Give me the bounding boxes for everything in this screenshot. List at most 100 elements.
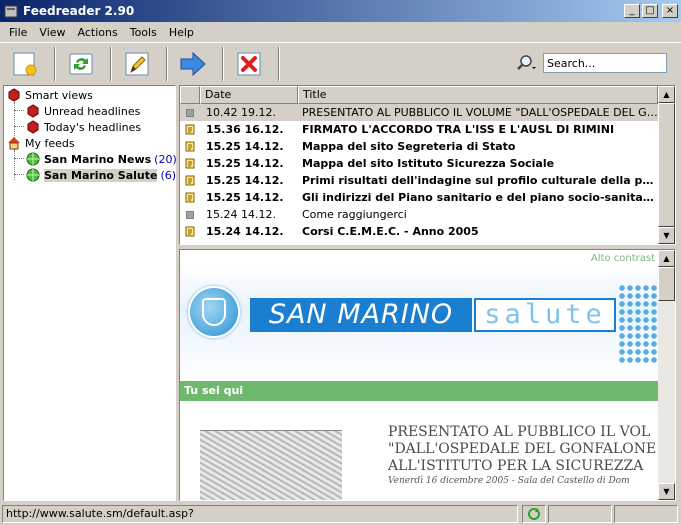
headline-date: 15.25 14.12.	[206, 174, 284, 187]
refresh-status-icon	[528, 508, 540, 520]
scroll-up-button[interactable]: ▲	[658, 250, 675, 267]
san-marino-seal-logo	[188, 286, 240, 338]
column-header-date[interactable]: Date	[200, 86, 298, 104]
edit-button[interactable]	[118, 45, 156, 83]
forward-button[interactable]	[174, 45, 212, 83]
edit-icon	[125, 52, 149, 75]
delete-icon	[237, 52, 261, 75]
smart-views-icon	[8, 88, 20, 102]
menu-bar: File View Actions Tools Help	[0, 22, 681, 42]
column-header-title[interactable]: Title	[298, 86, 658, 104]
headline-title: Corsi C.E.M.E.C. - Anno 2005	[302, 225, 479, 238]
tree-label: San Marino News	[44, 152, 152, 166]
tree-label: My feeds	[25, 136, 75, 150]
window-title: Feedreader 2.90	[23, 4, 135, 18]
status-refresh-cell	[522, 505, 546, 523]
feed-globe-icon	[26, 168, 40, 182]
delete-button[interactable]	[230, 45, 268, 83]
new-feed-button[interactable]	[6, 45, 44, 83]
article-title-line: PRESENTATO AL PUBBLICO IL VOL	[388, 424, 651, 440]
headline-row[interactable]: 15.25 14.12. Gli indirizzi del Piano sani…	[180, 189, 658, 206]
toolbar	[0, 42, 681, 84]
headline-title: Mappa del sito Segreteria di Stato	[302, 140, 516, 153]
unread-headline-icon	[180, 175, 200, 186]
article-subtitle: Venerdì 16 dicembre 2005 - Sala del Cast…	[388, 476, 630, 486]
browser-pane: Alto contrast SAN MARINO salute Tu sei q…	[179, 249, 676, 501]
scroll-up-button[interactable]: ▲	[658, 86, 675, 103]
headline-row[interactable]: 10.42 19.12. PRESENTATO AL PUBBLICO IL VO…	[180, 104, 658, 121]
tree-line	[14, 174, 24, 175]
toolbar-separator	[278, 46, 280, 81]
refresh-button[interactable]	[62, 45, 100, 83]
feed-globe-icon	[26, 152, 40, 166]
headline-date: 15.25 14.12.	[206, 140, 284, 153]
tree-line	[14, 110, 24, 111]
headline-row[interactable]: 15.24 14.12. Come raggiungerci	[180, 206, 658, 223]
toolbar-separator	[54, 46, 56, 81]
tree-my-feeds[interactable]: My feeds	[7, 135, 75, 151]
menu-actions[interactable]: Actions	[72, 26, 124, 39]
tree-smart-views[interactable]: Smart views	[7, 87, 93, 103]
unread-headline-icon	[180, 192, 200, 203]
minimize-icon: _	[629, 5, 635, 16]
scroll-thumb[interactable]	[658, 267, 675, 301]
search-icon[interactable]	[515, 54, 537, 72]
headline-date: 15.36 16.12.	[206, 123, 284, 136]
app-icon	[4, 5, 18, 18]
headline-title: Gli indirizzi del Piano sanitario e del …	[302, 191, 658, 204]
breadcrumb: Tu sei qui	[180, 381, 658, 401]
close-button[interactable]: ×	[662, 4, 678, 18]
refresh-icon	[69, 53, 93, 74]
headline-row[interactable]: 15.25 14.12. Mappa del sito Istituto Sicu…	[180, 155, 658, 172]
unread-headline-icon	[180, 124, 200, 135]
minimize-button[interactable]: _	[624, 4, 640, 18]
headline-title: Mappa del sito Istituto Sicurezza Social…	[302, 157, 555, 170]
read-headline-icon	[180, 108, 200, 117]
headline-title: Primi risultati dell'indagine sul profil…	[302, 174, 658, 187]
headline-date: 10.42 19.12.	[206, 106, 276, 119]
headline-title: PRESENTATO AL PUBBLICO IL VOLUME "DALL'O…	[302, 106, 658, 119]
scroll-thumb[interactable]	[658, 103, 675, 227]
smart-view-icon	[27, 120, 39, 134]
tree-label: Today's headlines	[44, 120, 142, 134]
headline-row[interactable]: 15.25 14.12. Mappa del sito Segreteria di…	[180, 138, 658, 155]
article-title-line: ALL'ISTITUTO PER LA SICUREZZA	[388, 458, 644, 474]
tree-feed-san-marino-salute[interactable]: San Marino Salute (6)	[26, 167, 176, 183]
menu-tools[interactable]: Tools	[124, 26, 163, 39]
scroll-down-button[interactable]: ▼	[658, 483, 675, 500]
article-title[interactable]: PRESENTATO AL PUBBLICO IL VOL "DALL'OSPE…	[388, 424, 668, 475]
menu-file[interactable]: File	[3, 26, 33, 39]
status-cell	[614, 505, 678, 523]
headline-title: Come raggiungerci	[302, 208, 407, 221]
tree-label: Smart views	[25, 88, 93, 102]
logo-salute: salute	[474, 298, 616, 332]
article-image	[200, 430, 342, 500]
tree-label: Unread headlines	[44, 104, 141, 118]
status-url: http://www.salute.sm/default.asp?	[2, 505, 518, 523]
column-header-icon[interactable]	[180, 86, 200, 104]
tree-todays-headlines[interactable]: Today's headlines	[26, 119, 141, 135]
menu-view[interactable]: View	[33, 26, 71, 39]
unread-count: (20)	[154, 152, 177, 166]
search-area	[515, 53, 667, 73]
headline-row[interactable]: 15.36 16.12. FIRMATO L'ACCORDO TRA L'ISS …	[180, 121, 658, 138]
high-contrast-link[interactable]: Alto contrast	[591, 253, 655, 264]
status-bar: http://www.salute.sm/default.asp?	[0, 503, 681, 525]
search-input[interactable]	[543, 53, 667, 73]
forward-arrow-icon	[180, 51, 206, 76]
browser-scrollbar[interactable]: ▲ ▼	[658, 250, 675, 500]
tree-feed-san-marino-news[interactable]: San Marino News (20)	[26, 151, 177, 167]
unread-headline-icon	[180, 226, 200, 237]
toolbar-separator	[110, 46, 112, 81]
maximize-button[interactable]: □	[642, 4, 658, 18]
scroll-down-button[interactable]: ▼	[658, 227, 675, 244]
headline-row[interactable]: 15.25 14.12. Primi risultati dell'indagin…	[180, 172, 658, 189]
headline-date: 15.25 14.12.	[206, 191, 284, 204]
tree-unread-headlines[interactable]: Unread headlines	[26, 103, 140, 119]
menu-help[interactable]: Help	[163, 26, 200, 39]
list-scrollbar[interactable]: ▲ ▼	[658, 86, 675, 244]
headline-date: 15.24 14.12.	[206, 225, 284, 238]
headline-row[interactable]: 15.24 14.12. Corsi C.E.M.E.C. - Anno 2005	[180, 223, 658, 240]
headline-list: Date Title 10.42 19.12. PRESENTATO AL PUB…	[179, 85, 676, 245]
article-title-line: "DALL'OSPEDALE DEL GONFALONE	[388, 441, 657, 457]
